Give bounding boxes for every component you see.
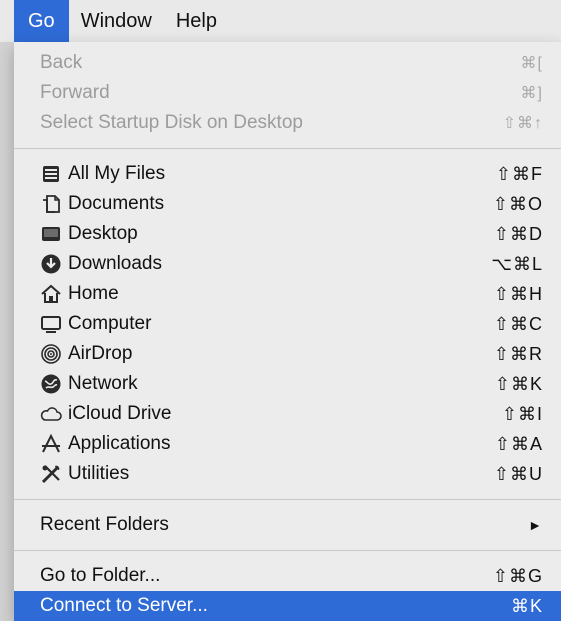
menu-item-network[interactable]: Network ⇧⌘K [14, 369, 561, 399]
menu-item-label: iCloud Drive [68, 403, 172, 424]
computer-icon [40, 313, 62, 335]
menu-item-shortcut: ⇧⌘F [495, 163, 543, 184]
menu-item-shortcut: ⇧⌘C [493, 313, 543, 334]
menu-item-forward[interactable]: Forward ⌘] [14, 78, 561, 108]
menu-item-utilities[interactable]: Utilities ⇧⌘U [14, 459, 561, 489]
menu-item-label: All My Files [68, 163, 166, 184]
menu-item-shortcut: ⌘K [510, 595, 543, 616]
home-icon [40, 283, 62, 305]
menu-item-desktop[interactable]: Desktop ⇧⌘D [14, 219, 561, 249]
downloads-icon [40, 253, 62, 275]
menu-item-label: Desktop [68, 223, 138, 244]
menu-item-label: Connect to Server... [40, 595, 208, 616]
menu-item-label: Select Startup Disk on Desktop [40, 112, 303, 133]
menu-separator [14, 499, 561, 500]
menu-item-shortcut: ⇧⌘↑ [502, 115, 543, 132]
menu-item-documents[interactable]: Documents ⇧⌘O [14, 189, 561, 219]
submenu-arrow-icon: ► [528, 517, 543, 533]
applications-icon [40, 433, 62, 455]
menu-item-label: Go to Folder... [40, 565, 161, 586]
menu-item-label: Home [68, 283, 119, 304]
menubar-help[interactable]: Help [164, 0, 229, 42]
menu-item-label: Back [40, 52, 83, 73]
menu-item-label: AirDrop [68, 343, 133, 364]
desktop-icon [40, 223, 62, 245]
menu-item-recent-folders[interactable]: Recent Folders ► [14, 510, 561, 540]
menu-item-label: Forward [40, 82, 110, 103]
menu-item-shortcut: ⌘] [520, 85, 543, 102]
menu-item-applications[interactable]: Applications ⇧⌘A [14, 429, 561, 459]
all-files-icon [40, 163, 62, 185]
network-icon [40, 373, 62, 395]
menu-item-connect-to-server[interactable]: Connect to Server... ⌘K [14, 591, 561, 621]
menu-item-label: Applications [68, 433, 171, 454]
menu-item-label: Utilities [68, 463, 130, 484]
menubar-go[interactable]: Go [14, 0, 69, 42]
menu-item-shortcut: ⌥⌘L [491, 253, 543, 274]
menu-item-label: Downloads [68, 253, 162, 274]
menu-item-go-to-folder[interactable]: Go to Folder... ⇧⌘G [14, 561, 561, 591]
menubar-window[interactable]: Window [69, 0, 164, 42]
menu-bar: Go Window Help [0, 0, 561, 42]
go-menu: Back ⌘[ Forward ⌘] Select Startup Disk o… [14, 42, 561, 621]
icloud-icon [40, 403, 62, 425]
menu-separator [14, 550, 561, 551]
menu-item-shortcut: ⇧⌘R [493, 343, 543, 364]
menu-item-shortcut: ⇧⌘A [494, 433, 543, 454]
menu-item-computer[interactable]: Computer ⇧⌘C [14, 309, 561, 339]
menu-item-shortcut: ⇧⌘I [501, 403, 543, 424]
menu-item-label: Computer [68, 313, 152, 334]
menu-item-home[interactable]: Home ⇧⌘H [14, 279, 561, 309]
menu-item-shortcut: ⇧⌘H [493, 283, 543, 304]
menu-item-shortcut: ⇧⌘G [492, 565, 543, 586]
menu-item-shortcut: ⇧⌘K [494, 373, 543, 394]
menu-item-icloud-drive[interactable]: iCloud Drive ⇧⌘I [14, 399, 561, 429]
menu-item-downloads[interactable]: Downloads ⌥⌘L [14, 249, 561, 279]
menu-item-label: Recent Folders [40, 514, 169, 535]
menu-item-label: Network [68, 373, 138, 394]
menu-item-shortcut: ⇧⌘U [493, 463, 543, 484]
menu-item-select-startup-disk[interactable]: Select Startup Disk on Desktop ⇧⌘↑ [14, 108, 561, 138]
menu-item-shortcut: ⌘[ [520, 55, 543, 72]
menu-item-airdrop[interactable]: AirDrop ⇧⌘R [14, 339, 561, 369]
documents-icon [40, 193, 62, 215]
menu-item-label: Documents [68, 193, 165, 214]
menu-item-shortcut: ⇧⌘O [492, 193, 543, 214]
airdrop-icon [40, 343, 62, 365]
utilities-icon [40, 463, 62, 485]
menu-item-back[interactable]: Back ⌘[ [14, 48, 561, 78]
menu-item-shortcut: ⇧⌘D [493, 223, 543, 244]
menu-separator [14, 148, 561, 149]
menu-item-all-my-files[interactable]: All My Files ⇧⌘F [14, 159, 561, 189]
